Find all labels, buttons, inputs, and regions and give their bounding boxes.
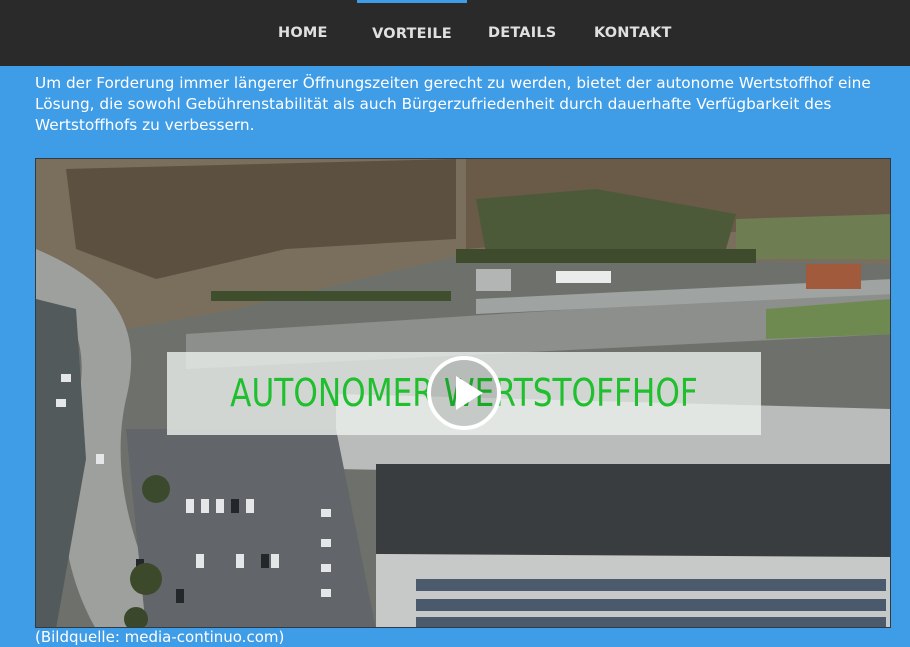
main-navigation: HOME VORTEILE DETAILS KONTAKT — [0, 0, 910, 66]
nav-item-kontakt[interactable]: KONTAKT — [594, 0, 671, 66]
image-source-caption: (Bildquelle: media-continuo.com) — [35, 628, 285, 646]
play-button[interactable] — [427, 356, 501, 430]
nav-item-vorteile[interactable]: VORTEILE — [357, 0, 467, 66]
intro-paragraph: Um der Forderung immer längerer Öffnungs… — [35, 74, 871, 134]
play-icon — [456, 376, 483, 410]
video-player[interactable]: AUTONOMER WERTSTOFFHOF — [35, 158, 891, 628]
nav-item-home[interactable]: HOME — [278, 0, 327, 66]
nav-item-details[interactable]: DETAILS — [488, 0, 556, 66]
